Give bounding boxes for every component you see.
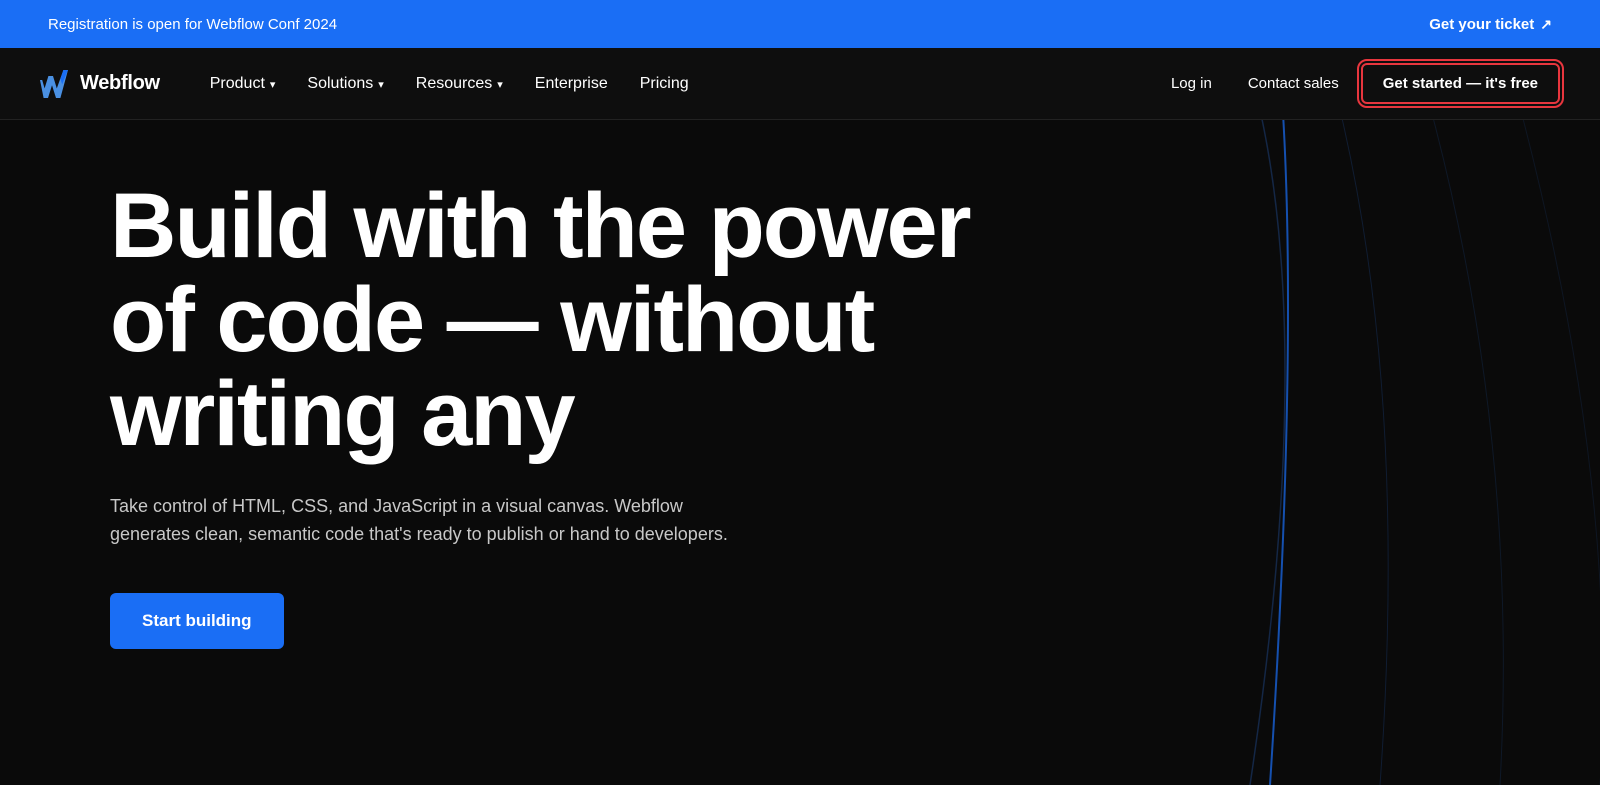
nav-resources-label: Resources [416,75,492,93]
external-link-icon: ↗ [1540,16,1552,33]
announcement-link-text: Get your ticket [1429,16,1534,33]
nav-item-enterprise[interactable]: Enterprise [521,67,622,101]
nav-enterprise-label: Enterprise [535,75,608,93]
chevron-down-icon: ▾ [270,78,276,91]
get-started-button[interactable]: Get started — it's free [1361,63,1560,104]
nav-item-resources[interactable]: Resources ▾ [402,67,517,101]
hero-subtitle: Take control of HTML, CSS, and JavaScrip… [110,493,730,549]
contact-sales-button[interactable]: Contact sales [1234,67,1353,100]
nav-right: Log in Contact sales Get started — it's … [1157,63,1560,104]
nav-links: Product ▾ Solutions ▾ Resources ▾ Enterp… [196,67,1157,101]
login-button[interactable]: Log in [1157,67,1226,100]
hero-title: Build with the power of code — without w… [110,180,1010,461]
nav-pricing-label: Pricing [640,75,689,93]
hero-section: Build with the power of code — without w… [0,120,1600,785]
chevron-down-icon: ▾ [497,78,503,91]
logo[interactable]: Webflow [40,70,160,98]
nav-solutions-label: Solutions [307,75,373,93]
nav-product-label: Product [210,75,265,93]
announcement-bar: Registration is open for Webflow Conf 20… [0,0,1600,48]
main-nav: Webflow Product ▾ Solutions ▾ Resources … [0,48,1600,120]
start-building-button[interactable]: Start building [110,593,284,649]
logo-text: Webflow [80,72,160,95]
announcement-link[interactable]: Get your ticket ↗ [1429,16,1552,33]
nav-item-solutions[interactable]: Solutions ▾ [293,67,397,101]
hero-content: Build with the power of code — without w… [110,180,1010,649]
announcement-text: Registration is open for Webflow Conf 20… [48,16,337,33]
chevron-down-icon: ▾ [378,78,384,91]
nav-item-pricing[interactable]: Pricing [626,67,703,101]
nav-item-product[interactable]: Product ▾ [196,67,290,101]
webflow-logo-icon [40,70,72,98]
